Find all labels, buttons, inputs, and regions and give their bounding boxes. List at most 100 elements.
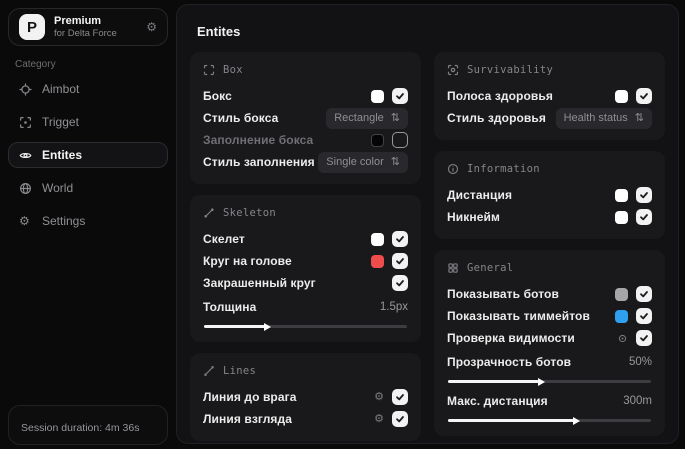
card-title: Box [223, 64, 243, 76]
lines-card: Lines Линия до врага ⚙ Линия взгляда ⚙ [190, 353, 421, 441]
gear-icon[interactable]: ⚙ [374, 391, 384, 403]
main-panel: Entites Box Бокс Стиль бокса Rectangle ⇅… [176, 4, 679, 444]
box-card-header: Box [203, 64, 408, 76]
visibility-icon[interactable] [617, 333, 628, 344]
sidebar-item-label: World [42, 181, 74, 195]
setting-row-head-circle: Круг на голове [203, 250, 408, 272]
color-swatch[interactable] [371, 254, 384, 268]
setting-label: Показывать ботов [447, 287, 559, 301]
fill-style-dropdown[interactable]: Single color ⇅ [318, 151, 408, 173]
setting-label: Стиль бокса [203, 111, 279, 125]
setting-label: Показывать тиммейтов [447, 309, 590, 323]
checkbox[interactable] [392, 275, 408, 291]
sidebar-item-entites[interactable]: Entites [8, 142, 168, 168]
card-title: General [467, 262, 514, 274]
checkbox[interactable] [392, 231, 408, 247]
card-title: Lines [223, 365, 257, 377]
sidebar-item-label: Aimbot [42, 82, 80, 96]
checkbox[interactable] [392, 411, 408, 427]
sidebar-item-settings[interactable]: ⚙ Settings [8, 208, 168, 234]
checkbox[interactable] [392, 132, 408, 148]
general-card: General Показывать ботов Показывать тимм… [434, 250, 665, 436]
check-icon [396, 280, 404, 287]
crosshair-icon [19, 82, 32, 96]
max-distance-slider[interactable] [448, 416, 651, 425]
check-icon [640, 335, 648, 342]
skeleton-card: Skeleton Скелет Круг на голове Закрашенн… [190, 195, 421, 342]
checkbox[interactable] [392, 253, 408, 269]
color-swatch[interactable] [371, 232, 384, 246]
color-swatch[interactable] [615, 89, 628, 103]
check-icon [640, 192, 648, 199]
setting-row-thickness: Толщина 1.5px [203, 296, 408, 331]
checkbox[interactable] [636, 330, 652, 346]
checkbox[interactable] [392, 389, 408, 405]
setting-label: Заполнение бокса [203, 133, 314, 147]
box-card: Box Бокс Стиль бокса Rectangle ⇅ Заполне… [190, 52, 421, 184]
setting-label: Никнейм [447, 210, 500, 224]
info-icon [447, 163, 459, 175]
check-icon [396, 394, 404, 401]
box-style-dropdown[interactable]: Rectangle ⇅ [326, 107, 408, 129]
color-swatch[interactable] [615, 210, 628, 224]
setting-row-box-fill: Заполнение бокса [203, 129, 408, 151]
dropdown-value: Rectangle [334, 112, 384, 124]
page-title: Entites [197, 24, 241, 39]
health-style-dropdown[interactable]: Health status ⇅ [555, 107, 652, 129]
check-icon [640, 214, 648, 221]
sidebar-item-label: Trigget [42, 115, 79, 129]
slider-value: 50% [628, 356, 652, 368]
bot-opacity-slider[interactable] [448, 377, 651, 386]
app-logo-card[interactable]: P Premium for Delta Force ⚙ [8, 8, 168, 46]
gear-icon[interactable]: ⚙ [146, 20, 157, 34]
line-icon [203, 365, 215, 377]
slider-thumb[interactable] [263, 322, 271, 331]
survivability-card: Survivability Полоса здоровья Стиль здор… [434, 52, 665, 140]
checkbox[interactable] [636, 308, 652, 324]
sidebar-item-world[interactable]: World [8, 175, 168, 201]
color-swatch[interactable] [371, 133, 384, 147]
survivability-card-header: Survivability [447, 64, 652, 76]
slider-thumb[interactable] [572, 416, 580, 425]
color-swatch[interactable] [371, 89, 384, 103]
setting-label: Линия взгляда [203, 412, 293, 426]
slider-thumb[interactable] [538, 377, 546, 386]
setting-label: Линия до врага [203, 390, 297, 404]
color-swatch[interactable] [615, 287, 628, 301]
setting-row-skeleton: Скелет [203, 228, 408, 250]
gear-icon: ⚙ [19, 214, 30, 228]
color-swatch[interactable] [615, 188, 628, 202]
gear-icon[interactable]: ⚙ [374, 413, 384, 425]
setting-row-fill-style: Стиль заполнения Single color ⇅ [203, 151, 408, 173]
setting-row-health-style: Стиль здоровья Health status ⇅ [447, 107, 652, 129]
checkbox[interactable] [392, 88, 408, 104]
target-icon [19, 116, 32, 129]
skeleton-card-header: Skeleton [203, 207, 408, 219]
setting-label: Дистанция [447, 188, 513, 202]
check-icon [640, 291, 648, 298]
category-label: Category [15, 59, 56, 70]
sort-arrows-icon: ⇅ [634, 111, 644, 124]
bone-icon [203, 207, 215, 219]
checkbox[interactable] [636, 187, 652, 203]
general-card-header: General [447, 262, 652, 274]
checkbox[interactable] [636, 88, 652, 104]
card-title: Survivability [467, 64, 554, 76]
setting-label: Круг на голове [203, 254, 292, 268]
check-icon [396, 416, 404, 423]
thickness-slider[interactable] [204, 322, 407, 331]
setting-label: Полоса здоровья [447, 89, 553, 103]
sidebar-item-label: Settings [42, 214, 86, 228]
sidebar-item-trigget[interactable]: Trigget [8, 109, 168, 135]
setting-label: Скелет [203, 232, 245, 246]
sidebar-item-aimbot[interactable]: Aimbot [8, 76, 168, 102]
focus-icon [447, 64, 459, 76]
check-icon [396, 258, 404, 265]
checkbox[interactable] [636, 209, 652, 225]
checkbox[interactable] [636, 286, 652, 302]
setting-row-health-bar: Полоса здоровья [447, 85, 652, 107]
dropdown-value: Single color [326, 156, 384, 168]
setting-label: Прозрачность ботов [447, 355, 572, 369]
setting-label: Стиль заполнения [203, 155, 315, 169]
color-swatch[interactable] [615, 309, 628, 323]
